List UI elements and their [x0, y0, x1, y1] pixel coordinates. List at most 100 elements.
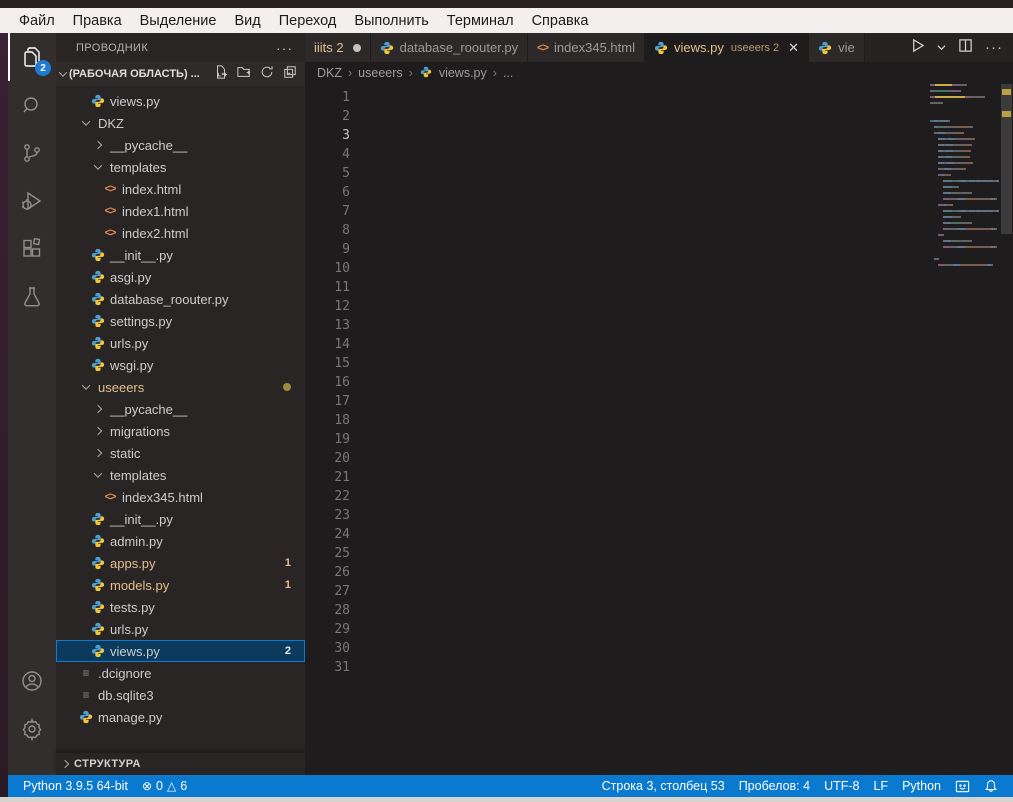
line-number[interactable]: 20: [305, 449, 350, 468]
menu-item-Выделение[interactable]: Выделение: [131, 11, 226, 31]
explorer-more-actions-icon[interactable]: ···: [276, 40, 293, 56]
run-dropdown-icon[interactable]: [937, 39, 946, 57]
tree-item-index1.html[interactable]: <>index1.html: [56, 200, 305, 222]
menu-item-Переход[interactable]: Переход: [270, 11, 346, 31]
notifications-bell-icon[interactable]: [977, 779, 1005, 793]
line-number[interactable]: 27: [305, 582, 350, 601]
line-number[interactable]: 22: [305, 487, 350, 506]
code-line-30[interactable]: 30else:: [305, 639, 1013, 658]
status-problems[interactable]: ⊗ 0 △ 6: [135, 779, 194, 793]
tree-item-db.sqlite3[interactable]: ≡db.sqlite3: [56, 684, 305, 706]
run-button[interactable]: [910, 38, 925, 58]
line-number[interactable]: 16: [305, 373, 350, 392]
code-line-18[interactable]: 18md_create.save(): [305, 411, 1013, 430]
tree-item-settings.py[interactable]: settings.py: [56, 310, 305, 332]
tree-item-static[interactable]: static: [56, 442, 305, 464]
code-line-14[interactable]: 14Mesto = request.POST.get("mesto"): [305, 335, 1013, 354]
tree-item-index345.html[interactable]: <>index345.html: [56, 486, 305, 508]
code-line-21[interactable]: 21elif ch== "1":: [305, 468, 1013, 487]
tree-item-apps.py[interactable]: apps.py1: [56, 552, 305, 574]
status-пробелов-4[interactable]: Пробелов: 4: [732, 779, 817, 793]
code-line-9[interactable]: 9if request.method == 'POST':: [305, 240, 1013, 259]
code-line-3[interactable]: 3from django.views.decorators.csrf impor…: [305, 126, 1013, 145]
tree-item-DKZ[interactable]: DKZ: [56, 112, 305, 134]
menu-item-Справка[interactable]: Справка: [523, 11, 598, 31]
code-line-4[interactable]: 4@csrf_exempt: [305, 145, 1013, 164]
code-line-22[interactable]: 22md_delete = MD1(id_str = ID_str,famil=…: [305, 487, 1013, 506]
line-number[interactable]: 11: [305, 278, 350, 297]
feedback-icon[interactable]: [948, 779, 977, 794]
code-line-27[interactable]: 27peopless = MD1.objects.all(): [305, 582, 1013, 601]
tree-item-views.py[interactable]: views.py: [56, 90, 305, 112]
line-number[interactable]: 25: [305, 544, 350, 563]
tree-item-tests.py[interactable]: tests.py: [56, 596, 305, 618]
tree-item-database_roouter.py[interactable]: database_roouter.py: [56, 288, 305, 310]
line-number[interactable]: 13: [305, 316, 350, 335]
line-number[interactable]: 31: [305, 658, 350, 677]
vertical-scrollbar[interactable]: [1000, 84, 1013, 796]
code-line-29[interactable]: 29: [305, 620, 1013, 639]
tab-iiits-2[interactable]: iiits 2: [305, 33, 371, 62]
code-line-2[interactable]: 2from useeers.models import MD1: [305, 107, 1013, 126]
line-number[interactable]: 5: [305, 164, 350, 183]
code-line-11[interactable]: 11FAMIL= request.POST.get("famil"): [305, 278, 1013, 297]
line-number[interactable]: 6: [305, 183, 350, 202]
breadcrumb-item-...[interactable]: ...: [503, 66, 513, 80]
line-number[interactable]: 17: [305, 392, 350, 411]
status-python[interactable]: Python: [895, 779, 948, 793]
line-number[interactable]: 3: [305, 126, 350, 145]
code-line-8[interactable]: 8news=MD1.objects.using('daata').all(): [305, 221, 1013, 240]
line-number[interactable]: 15: [305, 354, 350, 373]
line-number[interactable]: 12: [305, 297, 350, 316]
code-line-15[interactable]: 15ch = request.POST.get("R"): [305, 354, 1013, 373]
code-line-31[interactable]: 31return render(request,"index345.html",…: [305, 658, 1013, 677]
code-line-25[interactable]: 25return render(request,"index345.html",…: [305, 544, 1013, 563]
new-file-icon[interactable]: [214, 65, 228, 84]
activity-item-testing[interactable]: [8, 273, 56, 321]
line-number[interactable]: 30: [305, 639, 350, 658]
breadcrumb-item-views.py[interactable]: views.py: [439, 66, 487, 80]
code-line-6[interactable]: 6: [305, 183, 1013, 202]
line-number[interactable]: 23: [305, 506, 350, 525]
code-line-1[interactable]: 1from django.shortcuts import render: [305, 88, 1013, 107]
line-number[interactable]: 2: [305, 107, 350, 126]
status-utf-8[interactable]: UTF-8: [817, 779, 866, 793]
split-editor-icon[interactable]: [958, 38, 973, 58]
status-python-version[interactable]: Python 3.9.5 64-bit: [16, 779, 135, 793]
tab-database_roouter.py[interactable]: database_roouter.py: [371, 33, 529, 62]
line-number[interactable]: 10: [305, 259, 350, 278]
tree-item-__pycache__[interactable]: __pycache__: [56, 134, 305, 156]
line-number[interactable]: 7: [305, 202, 350, 221]
status-строка-3-столбец-53[interactable]: Строка 3, столбец 53: [595, 779, 732, 793]
breadcrumb-item-useeers[interactable]: useeers: [358, 66, 402, 80]
code-line-12[interactable]: 12Step = request.POST.get("step"): [305, 297, 1013, 316]
line-number[interactable]: 8: [305, 221, 350, 240]
line-number[interactable]: 21: [305, 468, 350, 487]
activity-item-account[interactable]: [8, 657, 56, 705]
line-number[interactable]: 4: [305, 145, 350, 164]
tree-item-__init__.py[interactable]: __init__.py: [56, 508, 305, 530]
code-line-20[interactable]: 20return render(request,"index345.html",…: [305, 449, 1013, 468]
menu-item-Терминал[interactable]: Терминал: [438, 11, 523, 31]
menu-item-Файл[interactable]: Файл: [10, 11, 64, 31]
tab-vie[interactable]: vie: [809, 33, 865, 62]
tree-item-templates[interactable]: templates: [56, 464, 305, 486]
menu-item-Правка[interactable]: Правка: [64, 11, 131, 31]
tree-item-useeers[interactable]: useeers: [56, 376, 305, 398]
collapse-all-icon[interactable]: [283, 65, 297, 84]
activity-item-run-debug[interactable]: [8, 177, 56, 225]
new-folder-icon[interactable]: [237, 65, 251, 84]
tab-index345.html[interactable]: <>index345.html: [528, 33, 645, 62]
code-line-13[interactable]: 13Zvan= request.POST.get("zvan"): [305, 316, 1013, 335]
code-line-28[interactable]: 28return render(request,"index345.html",…: [305, 601, 1013, 620]
line-number[interactable]: 19: [305, 430, 350, 449]
tree-item-__pycache__[interactable]: __pycache__: [56, 398, 305, 420]
code-editor[interactable]: 1from django.shortcuts import render2fro…: [305, 84, 1013, 796]
tree-item-__init__.py[interactable]: __init__.py: [56, 244, 305, 266]
line-number[interactable]: 26: [305, 563, 350, 582]
line-number[interactable]: 18: [305, 411, 350, 430]
code-line-17[interactable]: 17md_create = MD1(id_str = ID_str,famil=…: [305, 392, 1013, 411]
refresh-icon[interactable]: [260, 65, 274, 84]
code-line-7[interactable]: 7def index(request):: [305, 202, 1013, 221]
tree-item-models.py[interactable]: models.py1: [56, 574, 305, 596]
